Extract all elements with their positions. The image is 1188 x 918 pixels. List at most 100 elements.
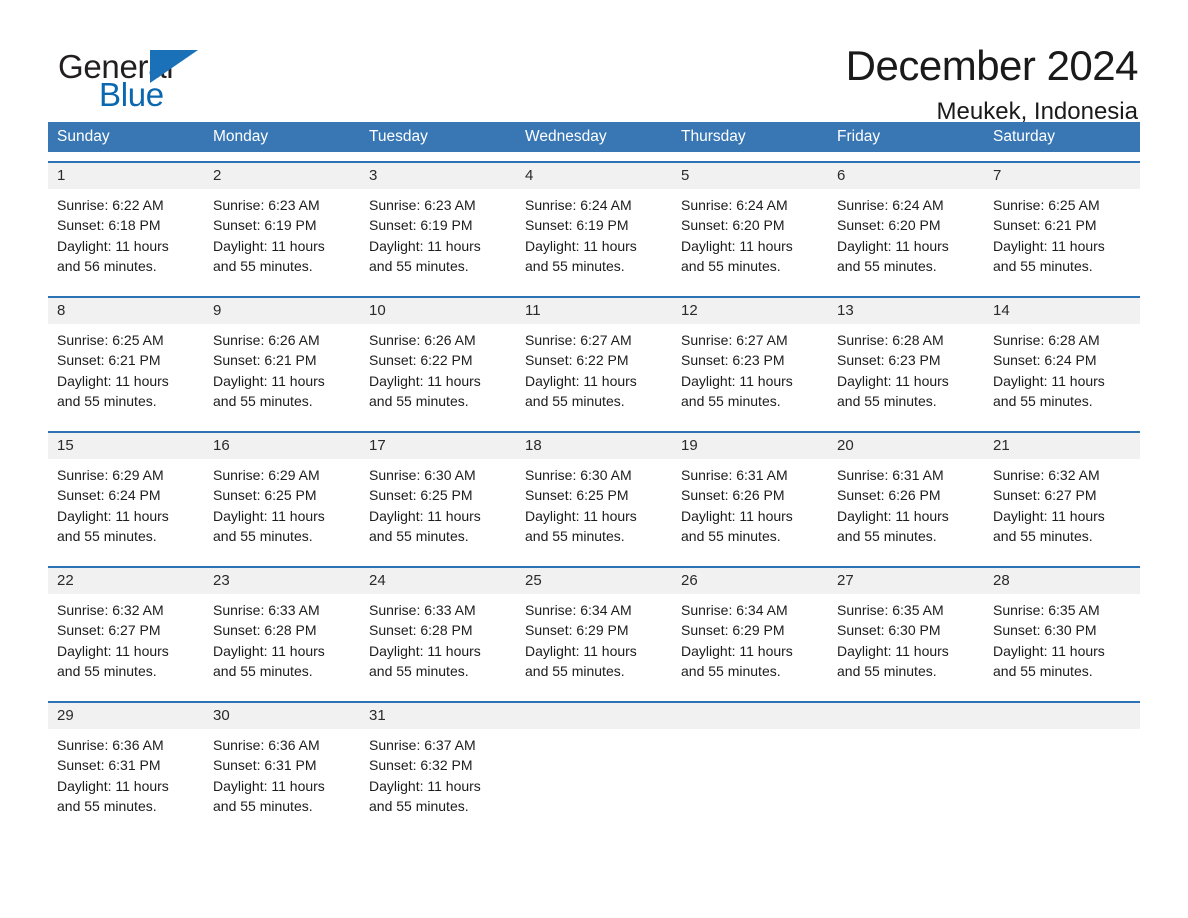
- day-cell: Sunrise: 6:30 AM Sunset: 6:25 PM Dayligh…: [360, 465, 516, 557]
- weekday-header-wednesday: Wednesday: [525, 128, 607, 145]
- sunrise-text: Sunrise: 6:25 AM: [993, 197, 1100, 213]
- daylight-text-line1: Daylight: 11 hours: [57, 642, 169, 659]
- daylight-text-line2: and 55 minutes.: [57, 798, 157, 815]
- day-number[interactable]: 12: [672, 298, 828, 324]
- day-number[interactable]: 22: [48, 568, 204, 594]
- day-cell: Sunrise: 6:27 AM Sunset: 6:23 PM Dayligh…: [672, 330, 828, 422]
- daylight-text-line2: and 55 minutes.: [213, 798, 313, 815]
- day-number[interactable]: 13: [828, 298, 984, 324]
- day-number[interactable]: 29: [48, 703, 204, 729]
- day-number[interactable]: 4: [516, 163, 672, 189]
- day-cell: Sunrise: 6:33 AM Sunset: 6:28 PM Dayligh…: [204, 600, 360, 692]
- calendar-week-row: 15 16 17 18 19 20 21 Sunrise: 6:29 AM Su…: [48, 431, 1140, 557]
- daylight-text-line1: Daylight: 11 hours: [57, 237, 169, 254]
- weekday-header-thursday: Thursday: [681, 128, 746, 145]
- daylight-text-line2: and 55 minutes.: [213, 663, 313, 680]
- week-date-number-band: 1 2 3 4 5 6 7: [48, 163, 1140, 189]
- sunrise-text: Sunrise: 6:27 AM: [681, 332, 788, 348]
- day-number[interactable]: 28: [984, 568, 1140, 594]
- day-number[interactable]: 3: [360, 163, 516, 189]
- sunset-text: Sunset: 6:22 PM: [369, 352, 473, 369]
- day-number[interactable]: 26: [672, 568, 828, 594]
- daylight-text-line2: and 55 minutes.: [369, 528, 469, 545]
- day-cell: Sunrise: 6:36 AM Sunset: 6:31 PM Dayligh…: [204, 735, 360, 827]
- day-cell: Sunrise: 6:29 AM Sunset: 6:24 PM Dayligh…: [48, 465, 204, 557]
- day-number[interactable]: 25: [516, 568, 672, 594]
- day-number[interactable]: 2: [204, 163, 360, 189]
- daylight-text-line2: and 55 minutes.: [525, 393, 625, 410]
- sunset-text: Sunset: 6:20 PM: [681, 217, 785, 234]
- day-number[interactable]: 8: [48, 298, 204, 324]
- day-cell: Sunrise: 6:37 AM Sunset: 6:32 PM Dayligh…: [360, 735, 516, 827]
- sunset-text: Sunset: 6:30 PM: [993, 622, 1097, 639]
- daylight-text-line1: Daylight: 11 hours: [837, 507, 949, 524]
- daylight-text-line1: Daylight: 11 hours: [681, 237, 793, 254]
- day-number-empty: [828, 703, 984, 729]
- day-number[interactable]: 9: [204, 298, 360, 324]
- sunrise-text: Sunrise: 6:30 AM: [525, 467, 632, 483]
- day-cell: Sunrise: 6:23 AM Sunset: 6:19 PM Dayligh…: [360, 195, 516, 287]
- day-cell: Sunrise: 6:26 AM Sunset: 6:21 PM Dayligh…: [204, 330, 360, 422]
- daylight-text-line1: Daylight: 11 hours: [525, 642, 637, 659]
- day-number[interactable]: 31: [360, 703, 516, 729]
- daylight-text-line1: Daylight: 11 hours: [525, 507, 637, 524]
- daylight-text-line2: and 55 minutes.: [57, 393, 157, 410]
- day-cell: Sunrise: 6:31 AM Sunset: 6:26 PM Dayligh…: [828, 465, 984, 557]
- day-number[interactable]: 24: [360, 568, 516, 594]
- daylight-text-line2: and 56 minutes.: [57, 258, 157, 275]
- day-cell: Sunrise: 6:32 AM Sunset: 6:27 PM Dayligh…: [984, 465, 1140, 557]
- sunset-text: Sunset: 6:22 PM: [525, 352, 629, 369]
- day-number[interactable]: 15: [48, 433, 204, 459]
- weekday-header-tuesday: Tuesday: [369, 128, 428, 145]
- sunset-text: Sunset: 6:19 PM: [213, 217, 317, 234]
- daylight-text-line1: Daylight: 11 hours: [837, 372, 949, 389]
- daylight-text-line1: Daylight: 11 hours: [681, 372, 793, 389]
- sunrise-text: Sunrise: 6:28 AM: [837, 332, 944, 348]
- daylight-text-line2: and 55 minutes.: [525, 258, 625, 275]
- general-blue-logo[interactable]: General Blue: [48, 44, 208, 116]
- daylight-text-line2: and 55 minutes.: [213, 528, 313, 545]
- daylight-text-line2: and 55 minutes.: [525, 663, 625, 680]
- day-cell: Sunrise: 6:29 AM Sunset: 6:25 PM Dayligh…: [204, 465, 360, 557]
- daylight-text-line1: Daylight: 11 hours: [993, 372, 1105, 389]
- sunset-text: Sunset: 6:28 PM: [369, 622, 473, 639]
- day-number[interactable]: 6: [828, 163, 984, 189]
- daylight-text-line1: Daylight: 11 hours: [213, 777, 325, 794]
- day-number[interactable]: 19: [672, 433, 828, 459]
- sunrise-sunset-calendar: Sunday Monday Tuesday Wednesday Thursday…: [48, 122, 1140, 827]
- day-number[interactable]: 14: [984, 298, 1140, 324]
- day-number[interactable]: 10: [360, 298, 516, 324]
- day-number[interactable]: 23: [204, 568, 360, 594]
- daylight-text-line2: and 55 minutes.: [993, 258, 1093, 275]
- day-cell-empty: [516, 735, 672, 827]
- day-number[interactable]: 30: [204, 703, 360, 729]
- day-number[interactable]: 17: [360, 433, 516, 459]
- daylight-text-line1: Daylight: 11 hours: [57, 372, 169, 389]
- sunrise-text: Sunrise: 6:25 AM: [57, 332, 164, 348]
- day-number[interactable]: 20: [828, 433, 984, 459]
- day-cell: Sunrise: 6:36 AM Sunset: 6:31 PM Dayligh…: [48, 735, 204, 827]
- week-detail-band: Sunrise: 6:22 AM Sunset: 6:18 PM Dayligh…: [48, 189, 1140, 287]
- sunset-text: Sunset: 6:21 PM: [213, 352, 317, 369]
- daylight-text-line2: and 55 minutes.: [837, 663, 937, 680]
- sunset-text: Sunset: 6:21 PM: [57, 352, 161, 369]
- day-number[interactable]: 21: [984, 433, 1140, 459]
- day-cell: Sunrise: 6:32 AM Sunset: 6:27 PM Dayligh…: [48, 600, 204, 692]
- sunrise-text: Sunrise: 6:24 AM: [681, 197, 788, 213]
- sunset-text: Sunset: 6:29 PM: [681, 622, 785, 639]
- day-number[interactable]: 16: [204, 433, 360, 459]
- day-number[interactable]: 27: [828, 568, 984, 594]
- day-cell-empty: [672, 735, 828, 827]
- daylight-text-line1: Daylight: 11 hours: [213, 507, 325, 524]
- day-number[interactable]: 7: [984, 163, 1140, 189]
- daylight-text-line1: Daylight: 11 hours: [213, 372, 325, 389]
- daylight-text-line2: and 55 minutes.: [525, 528, 625, 545]
- page-title: December 2024: [845, 42, 1139, 89]
- day-number[interactable]: 5: [672, 163, 828, 189]
- week-detail-band: Sunrise: 6:36 AM Sunset: 6:31 PM Dayligh…: [48, 729, 1140, 827]
- daylight-text-line1: Daylight: 11 hours: [993, 507, 1105, 524]
- day-number[interactable]: 1: [48, 163, 204, 189]
- day-number[interactable]: 18: [516, 433, 672, 459]
- day-number[interactable]: 11: [516, 298, 672, 324]
- sunset-text: Sunset: 6:23 PM: [681, 352, 785, 369]
